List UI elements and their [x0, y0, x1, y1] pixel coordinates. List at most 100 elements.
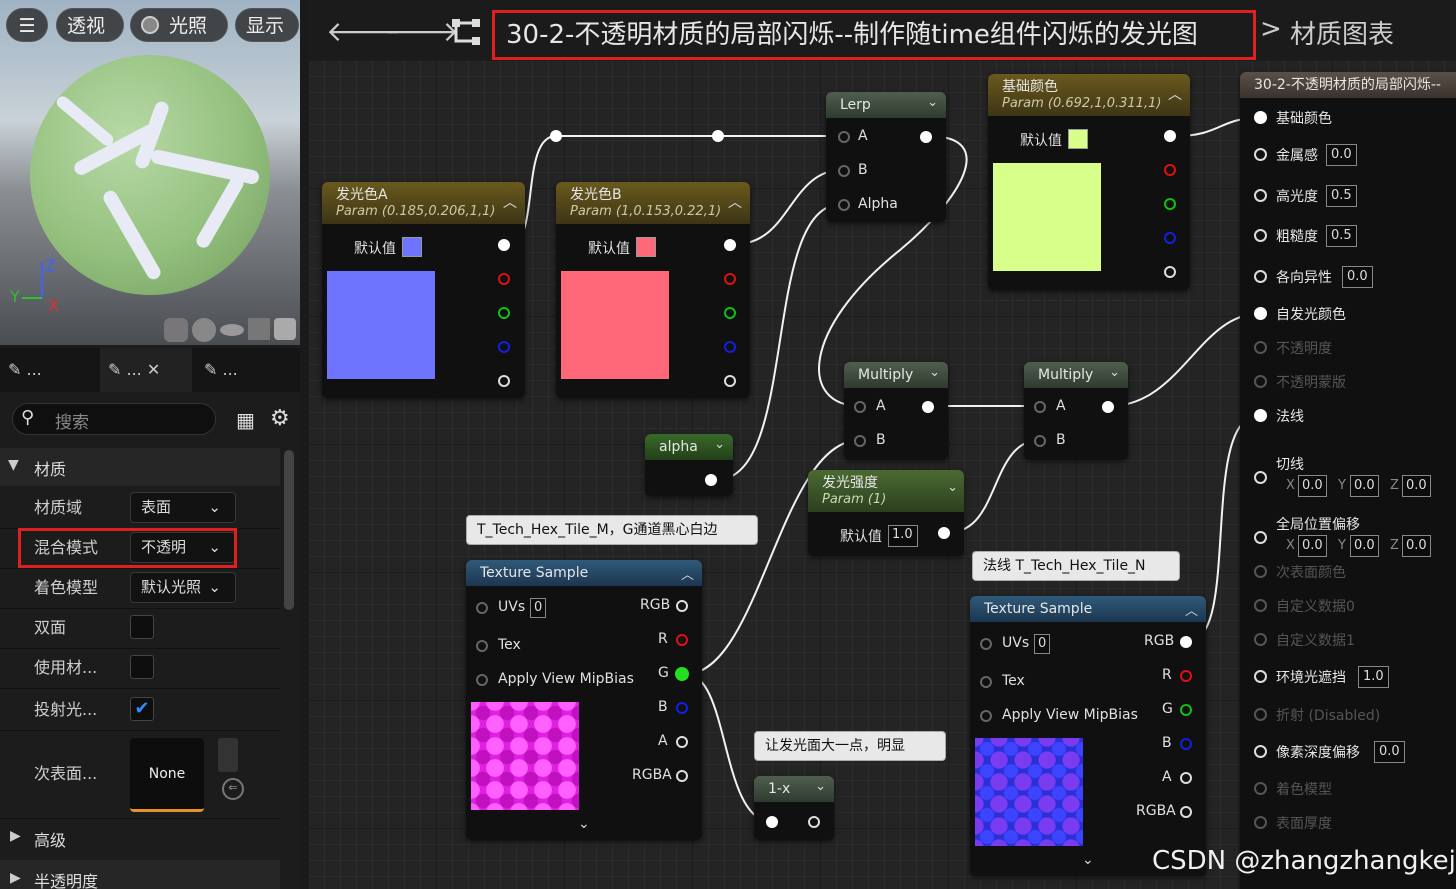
result-input-pin[interactable]	[1254, 111, 1267, 124]
node-base-color[interactable]: 基础颜色 Param (0.692,1,0.311,1) ︿ 默认值	[988, 74, 1190, 290]
result-input-pin[interactable]	[1254, 307, 1267, 320]
comment-oneminus[interactable]: 让发光面大一点，明显	[754, 731, 946, 761]
output-pin-rgb[interactable]	[724, 239, 736, 251]
result-input-pin[interactable]	[1254, 531, 1267, 544]
intensity-value-field[interactable]: 1.0	[888, 525, 918, 547]
collapse-chevron-icon[interactable]: ︿	[1185, 600, 1198, 619]
output-pin-a[interactable]	[498, 375, 510, 387]
output-pin-rgb[interactable]	[1164, 130, 1176, 142]
chevron-down-icon[interactable]: ⌄	[947, 480, 958, 495]
output-pin-a[interactable]	[724, 375, 736, 387]
node-emissive-color-b[interactable]: 发光色B Param (1,0.153,0.22,1) ︿ 默认值	[556, 182, 750, 398]
expand-chevron-icon[interactable]: ⌄	[1082, 852, 1094, 868]
output-pin[interactable]	[808, 816, 820, 828]
collapse-chevron-icon[interactable]: ︿	[503, 192, 517, 212]
chevron-down-icon[interactable]: ⌄	[815, 779, 826, 794]
output-pin-a[interactable]	[1180, 772, 1192, 784]
result-input-pin[interactable]	[1254, 745, 1267, 758]
output-pin-r[interactable]	[498, 273, 510, 285]
output-pin-a[interactable]	[676, 736, 688, 748]
result-input-pin[interactable]	[1254, 670, 1267, 683]
vector-y-field[interactable]: 0.0	[1350, 535, 1379, 557]
chevron-down-icon[interactable]: ⌄	[714, 437, 725, 452]
output-pin-rgba[interactable]	[1180, 806, 1192, 818]
result-input-pin[interactable]	[1254, 229, 1267, 242]
input-pin-b[interactable]	[838, 165, 850, 177]
vector-x-field[interactable]: 0.0	[1298, 475, 1327, 497]
node-lerp[interactable]: Lerp ⌄ A B Alpha	[826, 92, 946, 222]
result-pin-value[interactable]: 0.0	[1342, 266, 1373, 288]
vector-x-field[interactable]: 0.0	[1298, 535, 1327, 557]
comment-tex1[interactable]: T_Tech_Hex_Tile_M，G通道黑心白边	[466, 515, 758, 545]
result-input-pin[interactable]	[1254, 471, 1267, 484]
output-pin-rgb[interactable]	[1180, 636, 1192, 648]
node-texture-sample-2[interactable]: Texture Sample ︿ UVs 0 Tex Apply View Mi…	[970, 596, 1206, 876]
output-pin[interactable]	[920, 131, 932, 143]
node-texture-sample-1[interactable]: Texture Sample ︿ UVs 0 Tex Apply View Mi…	[466, 560, 702, 840]
collapse-chevron-icon[interactable]: ︿	[681, 564, 694, 583]
input-pin-b[interactable]	[854, 435, 866, 447]
node-alpha[interactable]: alpha ⌄	[645, 434, 733, 496]
output-pin-r[interactable]	[724, 273, 736, 285]
input-pin-uvs[interactable]	[476, 602, 488, 614]
input-pin-uvs[interactable]	[980, 638, 992, 650]
result-input-pin[interactable]	[1254, 816, 1267, 829]
output-pin-b[interactable]	[1180, 738, 1192, 750]
vector-z-field[interactable]: 0.0	[1402, 475, 1431, 497]
output-pin-r[interactable]	[676, 634, 688, 646]
default-color-swatch[interactable]	[636, 237, 656, 257]
node-emissive-intensity[interactable]: 发光强度 Param (1) ⌄ 默认值 1.0	[808, 470, 964, 556]
result-input-pin[interactable]	[1254, 782, 1267, 795]
result-input-pin[interactable]	[1254, 375, 1267, 388]
result-input-pin[interactable]	[1254, 633, 1267, 646]
vector-y-field[interactable]: 0.0	[1350, 475, 1379, 497]
vector-z-field[interactable]: 0.0	[1402, 535, 1431, 557]
node-one-minus[interactable]: 1-x ⌄	[754, 776, 834, 840]
default-color-swatch[interactable]	[402, 237, 422, 257]
output-pin-r[interactable]	[1180, 670, 1192, 682]
comment-tex2[interactable]: 法线 T_Tech_Hex_Tile_N	[972, 551, 1180, 581]
output-pin-r[interactable]	[1164, 164, 1176, 176]
result-input-pin[interactable]	[1254, 565, 1267, 578]
output-pin-rgb[interactable]	[676, 600, 688, 612]
input-pin-a[interactable]	[1034, 401, 1046, 413]
output-pin-g[interactable]	[1180, 704, 1192, 716]
result-input-pin[interactable]	[1254, 270, 1267, 283]
output-pin-b[interactable]	[1164, 232, 1176, 244]
output-pin-g[interactable]	[675, 667, 689, 681]
output-pin-g[interactable]	[498, 307, 510, 319]
output-pin-a[interactable]	[1164, 266, 1176, 278]
result-input-pin[interactable]	[1254, 599, 1267, 612]
input-pin-a[interactable]	[854, 401, 866, 413]
uvs-value-field[interactable]: 0	[1034, 634, 1051, 654]
chevron-down-icon[interactable]: ⌄	[929, 365, 940, 380]
result-pin-value[interactable]: 0.5	[1326, 225, 1357, 247]
output-pin-g[interactable]	[724, 307, 736, 319]
input-pin-tex[interactable]	[980, 676, 992, 688]
output-pin-rgb[interactable]	[498, 239, 510, 251]
result-pin-value[interactable]: 0.0	[1326, 144, 1357, 166]
result-pin-value[interactable]: 1.0	[1358, 666, 1389, 688]
node-emissive-color-a[interactable]: 发光色A Param (0.185,0.206,1,1) ︿ 默认值	[322, 182, 525, 398]
node-multiply-2[interactable]: Multiply ⌄ A B	[1024, 362, 1128, 460]
chevron-down-icon[interactable]: ⌄	[1109, 365, 1120, 380]
output-pin-b[interactable]	[676, 702, 688, 714]
input-pin-mipbias[interactable]	[980, 710, 992, 722]
output-pin[interactable]	[922, 401, 934, 413]
result-input-pin[interactable]	[1254, 148, 1267, 161]
output-pin[interactable]	[1102, 401, 1114, 413]
output-pin-b[interactable]	[498, 341, 510, 353]
result-input-pin[interactable]	[1254, 341, 1267, 354]
result-input-pin[interactable]	[1254, 708, 1267, 721]
uvs-value-field[interactable]: 0	[530, 598, 547, 618]
collapse-chevron-icon[interactable]: ︿	[1168, 84, 1182, 104]
expand-chevron-icon[interactable]: ⌄	[578, 816, 590, 832]
input-pin-alpha[interactable]	[838, 199, 850, 211]
collapse-chevron-icon[interactable]: ︿	[728, 192, 742, 212]
output-pin-rgba[interactable]	[676, 770, 688, 782]
chevron-down-icon[interactable]: ⌄	[927, 95, 938, 110]
result-input-pin[interactable]	[1254, 189, 1267, 202]
node-multiply-1[interactable]: Multiply ⌄ A B	[844, 362, 948, 460]
output-pin[interactable]	[938, 527, 950, 539]
output-pin[interactable]	[705, 474, 717, 486]
